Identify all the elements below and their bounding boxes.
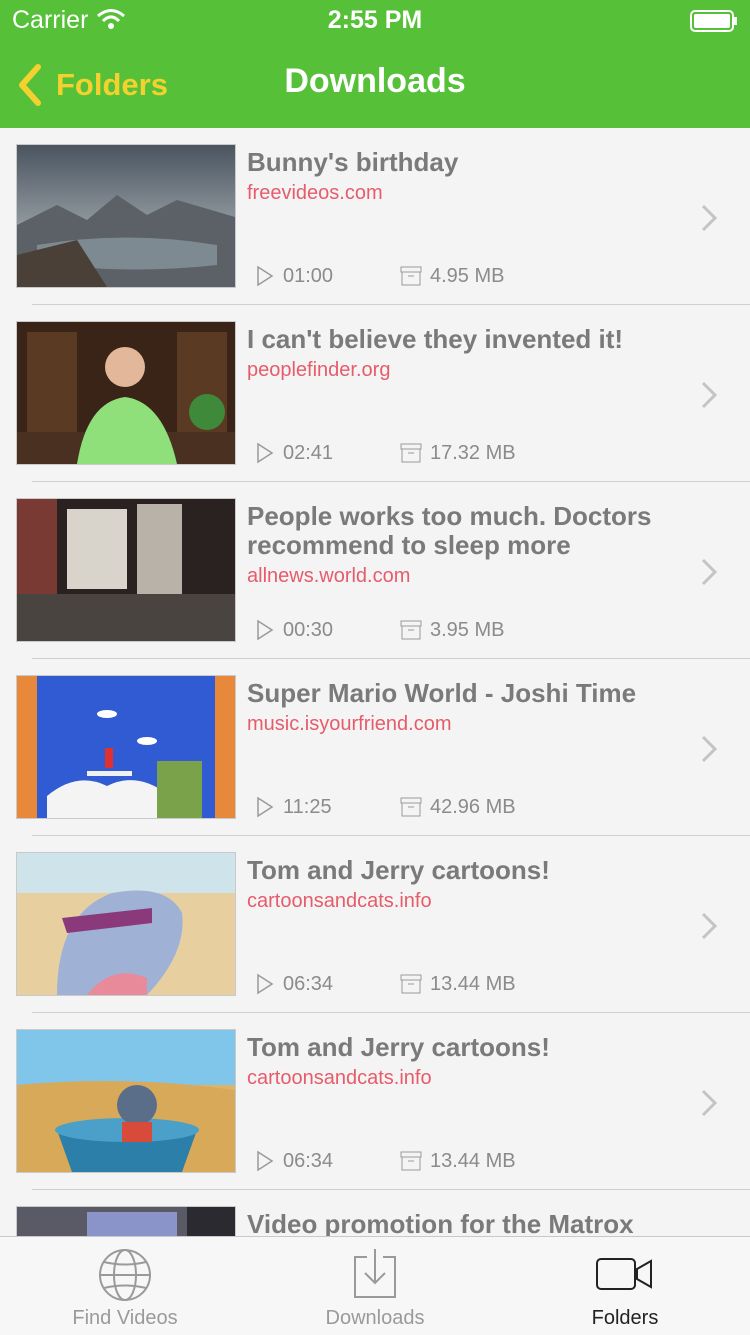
- file-size: 13.44 MB: [430, 972, 516, 995]
- video-thumbnail: [16, 498, 236, 642]
- play-icon: [257, 796, 274, 818]
- video-title: I can't believe they invented it!: [247, 324, 624, 354]
- archive-icon: [400, 1151, 422, 1171]
- video-meta: 01:00 4.95 MB: [255, 263, 504, 289]
- file-size: 3.95 MB: [430, 618, 505, 641]
- video-duration: 06:34: [283, 972, 334, 995]
- chevron-right-icon: [701, 735, 718, 763]
- video-meta: 02:41 17.32 MB: [255, 440, 516, 466]
- play-icon: [257, 619, 274, 641]
- video-thumbnail: [16, 1029, 236, 1173]
- tab-label: Downloads: [325, 1307, 425, 1329]
- list-item[interactable]: I can't believe they invented it! people…: [0, 305, 750, 482]
- video-duration: 11:25: [283, 795, 332, 818]
- status-bar: Carrier 2:55 PM: [0, 0, 750, 40]
- video-thumbnail: [16, 852, 236, 996]
- video-thumbnail: [16, 144, 236, 288]
- video-source: freevideos.com: [247, 182, 383, 204]
- play-icon: [257, 442, 274, 464]
- battery-icon: [690, 10, 737, 32]
- file-size: 42.96 MB: [430, 795, 516, 818]
- video-source: allnews.world.com: [247, 565, 411, 587]
- list-item[interactable]: Super Mario World - Joshi Time music.isy…: [0, 659, 750, 836]
- tab-label: Find Videos: [72, 1307, 178, 1329]
- tab-folders[interactable]: Folders: [500, 1237, 750, 1335]
- file-size: 13.44 MB: [430, 1149, 516, 1172]
- video-source: cartoonsandcats.info: [247, 890, 432, 912]
- chevron-right-icon: [701, 558, 718, 586]
- video-duration: 01:00: [283, 264, 334, 287]
- video-source: music.isyourfriend.com: [247, 713, 452, 735]
- video-meta: 11:25 42.96 MB: [255, 794, 516, 820]
- play-icon: [257, 265, 274, 287]
- file-size: 17.32 MB: [430, 441, 516, 464]
- chevron-right-icon: [701, 1089, 718, 1117]
- video-title: Tom and Jerry cartoons!: [247, 855, 550, 885]
- video-source: cartoonsandcats.info: [247, 1067, 432, 1089]
- chevron-right-icon: [701, 912, 718, 940]
- navigation-header: Carrier 2:55 PM Folders Downloads: [0, 0, 750, 128]
- page-title: Downloads: [284, 62, 466, 100]
- video-meta: 06:34 13.44 MB: [255, 971, 516, 997]
- list-item[interactable]: Tom and Jerry cartoons! cartoonsandcats.…: [0, 836, 750, 1013]
- clock: 2:55 PM: [327, 6, 423, 34]
- list-item[interactable]: People works too much. Doctors recommend…: [0, 482, 750, 659]
- tab-downloads[interactable]: Downloads: [250, 1237, 500, 1335]
- video-thumbnail: [16, 1206, 236, 1236]
- video-thumbnail: [16, 321, 236, 465]
- downloads-list[interactable]: Bunny's birthday freevideos.com 01:00 4.…: [0, 128, 750, 1236]
- video-title: Bunny's birthday: [247, 147, 459, 177]
- archive-icon: [400, 797, 422, 817]
- video-thumbnail: [16, 675, 236, 819]
- list-item[interactable]: Tom and Jerry cartoons! cartoonsandcats.…: [0, 1013, 750, 1190]
- video-title: Tom and Jerry cartoons!: [247, 1032, 550, 1062]
- video-title: Super Mario World - Joshi Time: [247, 678, 637, 708]
- video-title: Video promotion for the Matrox: [247, 1209, 634, 1237]
- tab-find-videos[interactable]: Find Videos: [0, 1237, 250, 1335]
- video-duration: 06:34: [283, 1149, 334, 1172]
- video-meta: 00:30 3.95 MB: [255, 617, 504, 643]
- list-item[interactable]: Bunny's birthday freevideos.com 01:00 4.…: [0, 128, 750, 305]
- archive-icon: [400, 266, 422, 286]
- video-title: People works too much. Doctors recommend…: [247, 501, 652, 560]
- video-duration: 00:30: [283, 618, 334, 641]
- chevron-right-icon: [701, 381, 718, 409]
- archive-icon: [400, 620, 422, 640]
- download-icon: [354, 1249, 396, 1298]
- play-icon: [257, 973, 274, 995]
- file-size: 4.95 MB: [430, 264, 505, 287]
- video-camera-icon: [596, 1258, 652, 1290]
- play-icon: [257, 1150, 274, 1172]
- chevron-right-icon: [701, 204, 718, 232]
- tab-bar: Find Videos Downloads Folders: [0, 1236, 750, 1335]
- archive-icon: [400, 443, 422, 463]
- video-source: peoplefinder.org: [247, 359, 391, 381]
- globe-icon: [99, 1249, 151, 1301]
- video-duration: 02:41: [283, 441, 334, 464]
- list-item[interactable]: Video promotion for the Matrox: [0, 1190, 750, 1236]
- video-meta: 06:34 13.44 MB: [255, 1148, 516, 1174]
- archive-icon: [400, 974, 422, 994]
- tab-label: Folders: [591, 1307, 659, 1329]
